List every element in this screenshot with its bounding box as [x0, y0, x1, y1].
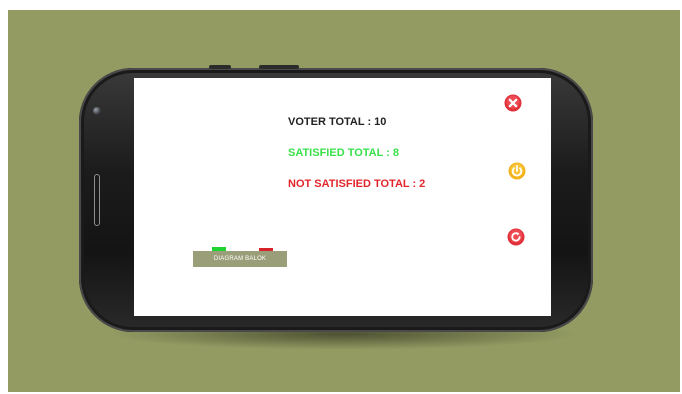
satisfied-total-text: SATISFIED TOTAL : 8 [288, 147, 400, 159]
close-button[interactable] [504, 94, 522, 112]
diagram-balok-label: DIAGRAM BALOK [193, 251, 287, 267]
phone-side-button [259, 65, 299, 69]
camera-icon [93, 107, 101, 115]
power-icon [508, 162, 526, 180]
power-button[interactable] [508, 162, 526, 180]
phone-frame: VOTER TOTAL : 10 SATISFIED TOTAL : 8 NOT… [79, 65, 593, 332]
close-icon [504, 94, 522, 112]
app-screen: VOTER TOTAL : 10 SATISFIED TOTAL : 8 NOT… [134, 78, 551, 316]
home-slot [94, 174, 100, 226]
phone-side-button [209, 65, 231, 69]
refresh-button[interactable] [507, 228, 525, 246]
voter-total-text: VOTER TOTAL : 10 [288, 116, 387, 128]
not-satisfied-total-text: NOT SATISFIED TOTAL : 2 [288, 178, 426, 190]
diagram-balok-button[interactable]: DIAGRAM BALOK [193, 247, 287, 267]
refresh-icon [507, 228, 525, 246]
